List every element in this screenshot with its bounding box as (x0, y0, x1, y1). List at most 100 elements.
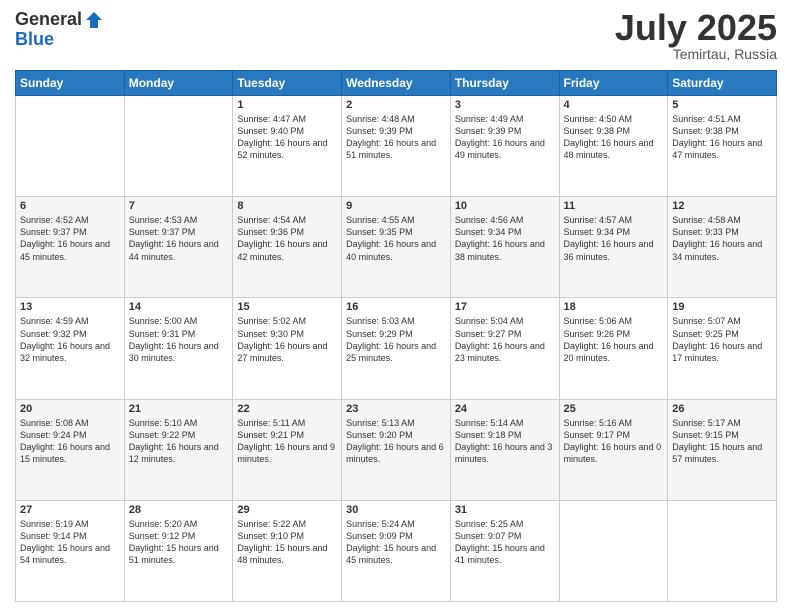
day-number: 24 (455, 403, 555, 415)
day-number: 20 (20, 403, 120, 415)
day-number: 21 (129, 403, 229, 415)
cell-info: Sunrise: 5:13 AM Sunset: 9:20 PM Dayligh… (346, 417, 446, 466)
cell-info: Sunrise: 4:50 AM Sunset: 9:38 PM Dayligh… (564, 113, 664, 162)
calendar-cell: 25 Sunrise: 5:16 AM Sunset: 9:17 PM Dayli… (559, 399, 668, 500)
calendar-cell: 17 Sunrise: 5:04 AM Sunset: 9:27 PM Dayli… (450, 298, 559, 399)
cell-info: Sunrise: 4:47 AM Sunset: 9:40 PM Dayligh… (237, 113, 337, 162)
calendar-cell: 23 Sunrise: 5:13 AM Sunset: 9:20 PM Dayli… (342, 399, 451, 500)
day-number: 25 (564, 403, 664, 415)
day-header-saturday: Saturday (668, 71, 777, 96)
day-header-wednesday: Wednesday (342, 71, 451, 96)
cell-info: Sunrise: 5:17 AM Sunset: 9:15 PM Dayligh… (672, 417, 772, 466)
calendar-cell: 19 Sunrise: 5:07 AM Sunset: 9:25 PM Dayli… (668, 298, 777, 399)
calendar-cell: 18 Sunrise: 5:06 AM Sunset: 9:26 PM Dayli… (559, 298, 668, 399)
day-number: 31 (455, 504, 555, 516)
day-number: 12 (672, 200, 772, 212)
cell-info: Sunrise: 5:07 AM Sunset: 9:25 PM Dayligh… (672, 315, 772, 364)
day-number: 13 (20, 301, 120, 313)
calendar-cell: 16 Sunrise: 5:03 AM Sunset: 9:29 PM Dayli… (342, 298, 451, 399)
cell-info: Sunrise: 4:48 AM Sunset: 9:39 PM Dayligh… (346, 113, 446, 162)
cell-info: Sunrise: 5:02 AM Sunset: 9:30 PM Dayligh… (237, 315, 337, 364)
calendar-cell: 27 Sunrise: 5:19 AM Sunset: 9:14 PM Dayli… (16, 500, 125, 601)
day-number: 9 (346, 200, 446, 212)
calendar-table: SundayMondayTuesdayWednesdayThursdayFrid… (15, 70, 777, 602)
cell-info: Sunrise: 5:03 AM Sunset: 9:29 PM Dayligh… (346, 315, 446, 364)
cell-info: Sunrise: 5:04 AM Sunset: 9:27 PM Dayligh… (455, 315, 555, 364)
logo-general-text: General (15, 10, 82, 30)
calendar-cell: 8Sunrise: 4:54 AM Sunset: 9:36 PM Daylig… (233, 197, 342, 298)
day-number: 18 (564, 301, 664, 313)
day-number: 3 (455, 99, 555, 111)
cell-info: Sunrise: 4:53 AM Sunset: 9:37 PM Dayligh… (129, 214, 229, 263)
logo-icon (84, 10, 104, 30)
day-number: 10 (455, 200, 555, 212)
calendar-cell: 30 Sunrise: 5:24 AM Sunset: 9:09 PM Dayli… (342, 500, 451, 601)
day-number: 28 (129, 504, 229, 516)
day-number: 4 (564, 99, 664, 111)
cell-info: Sunrise: 4:56 AM Sunset: 9:34 PM Dayligh… (455, 214, 555, 263)
calendar-cell: 14 Sunrise: 5:00 AM Sunset: 9:31 PM Dayli… (124, 298, 233, 399)
cell-info: Sunrise: 5:00 AM Sunset: 9:31 PM Dayligh… (129, 315, 229, 364)
day-number: 15 (237, 301, 337, 313)
day-number: 5 (672, 99, 772, 111)
calendar-cell: 5 Sunrise: 4:51 AM Sunset: 9:38 PM Daylig… (668, 96, 777, 197)
calendar-cell: 3 Sunrise: 4:49 AM Sunset: 9:39 PM Daylig… (450, 96, 559, 197)
cell-info: Sunrise: 4:57 AM Sunset: 9:34 PM Dayligh… (564, 214, 664, 263)
cell-info: Sunrise: 5:24 AM Sunset: 9:09 PM Dayligh… (346, 518, 446, 567)
cell-info: Sunrise: 4:51 AM Sunset: 9:38 PM Dayligh… (672, 113, 772, 162)
day-header-tuesday: Tuesday (233, 71, 342, 96)
cell-info: Sunrise: 5:22 AM Sunset: 9:10 PM Dayligh… (237, 518, 337, 567)
calendar-cell: 1 Sunrise: 4:47 AM Sunset: 9:40 PM Daylig… (233, 96, 342, 197)
day-header-sunday: Sunday (16, 71, 125, 96)
day-number: 29 (237, 504, 337, 516)
calendar-cell: 24Sunrise: 5:14 AM Sunset: 9:18 PM Dayli… (450, 399, 559, 500)
calendar-cell (124, 96, 233, 197)
calendar-cell: 29 Sunrise: 5:22 AM Sunset: 9:10 PM Dayli… (233, 500, 342, 601)
calendar-cell: 15 Sunrise: 5:02 AM Sunset: 9:30 PM Dayli… (233, 298, 342, 399)
day-header-friday: Friday (559, 71, 668, 96)
month-title: July 2025 (615, 10, 777, 46)
day-number: 22 (237, 403, 337, 415)
calendar-cell: 22 Sunrise: 5:11 AM Sunset: 9:21 PM Dayli… (233, 399, 342, 500)
calendar-cell: 31Sunrise: 5:25 AM Sunset: 9:07 PM Dayli… (450, 500, 559, 601)
day-number: 17 (455, 301, 555, 313)
cell-info: Sunrise: 5:10 AM Sunset: 9:22 PM Dayligh… (129, 417, 229, 466)
cell-info: Sunrise: 4:49 AM Sunset: 9:39 PM Dayligh… (455, 113, 555, 162)
day-number: 26 (672, 403, 772, 415)
day-number: 2 (346, 99, 446, 111)
logo-blue-text: Blue (15, 30, 104, 50)
day-number: 16 (346, 301, 446, 313)
day-number: 19 (672, 301, 772, 313)
calendar-cell: 2 Sunrise: 4:48 AM Sunset: 9:39 PM Daylig… (342, 96, 451, 197)
cell-info: Sunrise: 5:19 AM Sunset: 9:14 PM Dayligh… (20, 518, 120, 567)
calendar-cell: 4 Sunrise: 4:50 AM Sunset: 9:38 PM Daylig… (559, 96, 668, 197)
day-number: 11 (564, 200, 664, 212)
calendar-cell (559, 500, 668, 601)
cell-info: Sunrise: 5:16 AM Sunset: 9:17 PM Dayligh… (564, 417, 664, 466)
day-number: 14 (129, 301, 229, 313)
day-number: 27 (20, 504, 120, 516)
location: Temirtau, Russia (615, 46, 777, 62)
day-number: 6 (20, 200, 120, 212)
calendar-cell: 26 Sunrise: 5:17 AM Sunset: 9:15 PM Dayli… (668, 399, 777, 500)
cell-info: Sunrise: 5:20 AM Sunset: 9:12 PM Dayligh… (129, 518, 229, 567)
calendar-cell: 6Sunrise: 4:52 AM Sunset: 9:37 PM Daylig… (16, 197, 125, 298)
calendar-cell: 13Sunrise: 4:59 AM Sunset: 9:32 PM Dayli… (16, 298, 125, 399)
calendar-cell: 20Sunrise: 5:08 AM Sunset: 9:24 PM Dayli… (16, 399, 125, 500)
calendar-cell: 21 Sunrise: 5:10 AM Sunset: 9:22 PM Dayli… (124, 399, 233, 500)
calendar-cell: 28 Sunrise: 5:20 AM Sunset: 9:12 PM Dayli… (124, 500, 233, 601)
day-number: 23 (346, 403, 446, 415)
cell-info: Sunrise: 4:55 AM Sunset: 9:35 PM Dayligh… (346, 214, 446, 263)
day-number: 1 (237, 99, 337, 111)
calendar-cell (668, 500, 777, 601)
cell-info: Sunrise: 5:11 AM Sunset: 9:21 PM Dayligh… (237, 417, 337, 466)
calendar-cell (16, 96, 125, 197)
calendar-cell: 11 Sunrise: 4:57 AM Sunset: 9:34 PM Dayli… (559, 197, 668, 298)
day-number: 30 (346, 504, 446, 516)
cell-info: Sunrise: 4:58 AM Sunset: 9:33 PM Dayligh… (672, 214, 772, 263)
calendar-cell: 10 Sunrise: 4:56 AM Sunset: 9:34 PM Dayli… (450, 197, 559, 298)
day-header-thursday: Thursday (450, 71, 559, 96)
calendar-cell: 9 Sunrise: 4:55 AM Sunset: 9:35 PM Daylig… (342, 197, 451, 298)
cell-info: Sunrise: 5:06 AM Sunset: 9:26 PM Dayligh… (564, 315, 664, 364)
title-area: July 2025 Temirtau, Russia (615, 10, 777, 62)
